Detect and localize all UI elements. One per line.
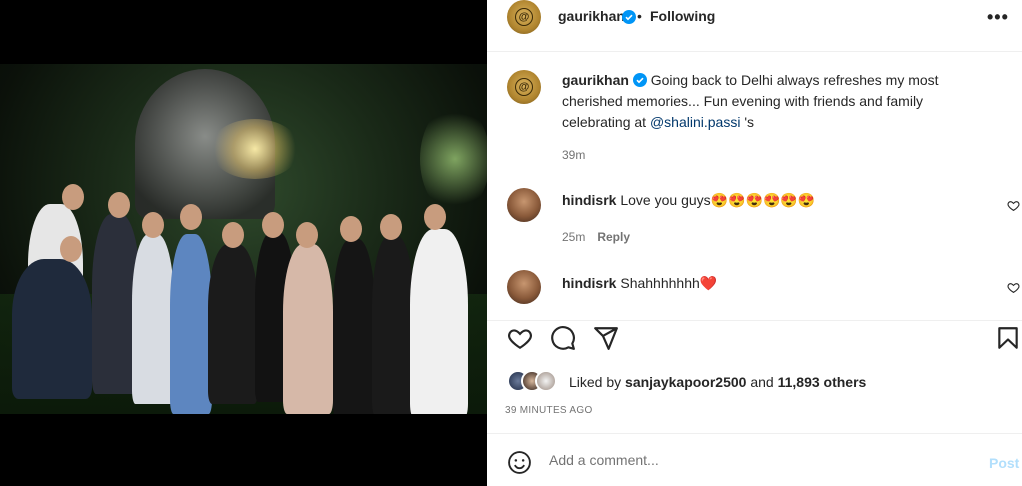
comment-emoji: ❤️ (699, 275, 718, 291)
photo-person-head (340, 216, 362, 242)
commenter-avatar[interactable] (507, 188, 541, 222)
reply-button[interactable]: Reply (597, 230, 630, 244)
photo-person (132, 234, 174, 404)
post-details-panel: @ gaurikhan • Following ••• @ gaurikhan … (487, 0, 1022, 486)
photo-person-head (142, 212, 164, 238)
photo-person-head (62, 184, 84, 210)
photo-person-head (296, 222, 318, 248)
comment-item: hindisrk Love you guys😍😍😍😍😍😍 (562, 192, 992, 209)
photo-light-glow-right (420, 104, 487, 214)
separator-dot: • (637, 8, 642, 24)
comment-input[interactable] (549, 452, 969, 468)
comment-emoji: 😍😍😍😍😍😍 (710, 192, 816, 208)
likes-count-link[interactable]: 11,893 others (778, 374, 867, 390)
photo-person (12, 259, 92, 399)
post-photo[interactable] (0, 64, 487, 414)
post-media-panel (0, 0, 487, 486)
bookmark-icon[interactable] (995, 325, 1021, 351)
photo-person-head (60, 236, 82, 262)
comment-username[interactable]: hindisrk (562, 192, 616, 208)
comment-meta: 25m Reply (562, 230, 630, 244)
likes-summary: Liked by sanjaykapoor2500 and 11,893 oth… (569, 374, 866, 390)
comment-text: Love you guys (620, 192, 711, 208)
commenter-avatar[interactable] (507, 270, 541, 304)
photo-person (283, 244, 333, 414)
comment-username[interactable]: hindisrk (562, 275, 616, 291)
author-username[interactable]: gaurikhan (558, 8, 625, 24)
like-comment-heart-icon[interactable] (1007, 199, 1020, 212)
photo-person (333, 239, 375, 414)
verified-badge-icon (632, 73, 647, 87)
following-button[interactable]: Following (650, 8, 715, 24)
emoji-icon[interactable] (507, 450, 532, 475)
heart-icon[interactable] (507, 325, 533, 351)
post-comment-button[interactable]: Post (989, 455, 1019, 471)
post-actions-bar (487, 320, 1022, 360)
more-options-icon[interactable]: ••• (987, 8, 1009, 26)
author-avatar[interactable]: @ (507, 0, 541, 34)
photo-person-head (380, 214, 402, 240)
caption-username[interactable]: gaurikhan (562, 72, 629, 88)
liker-avatar (535, 370, 557, 392)
post-timestamp: 39 MINUTES AGO (505, 405, 593, 416)
post-header: @ gaurikhan • Following ••• (487, 0, 1022, 52)
caption-text-suffix: 's (740, 114, 754, 130)
avatar-monogram-icon: @ (515, 8, 533, 26)
comment-item: hindisrk Shahhhhhhh❤️ (562, 275, 992, 292)
photo-person (410, 229, 468, 414)
photo-person-head (108, 192, 130, 218)
comment-icon[interactable] (550, 325, 576, 351)
caption-author-avatar[interactable]: @ (507, 70, 541, 104)
photo-person-head (180, 204, 202, 230)
like-comment-heart-icon[interactable] (1007, 281, 1020, 294)
add-comment-bar: Post (487, 433, 1022, 486)
photo-person (372, 236, 414, 414)
likes-user-link[interactable]: sanjaykapoor2500 (625, 374, 746, 390)
photo-light-glow (210, 119, 300, 179)
caption-time: 39m (562, 148, 586, 162)
photo-person-head (262, 212, 284, 238)
likes-prefix: Liked by (569, 374, 622, 390)
photo-person (170, 234, 212, 414)
caption-mention-link[interactable]: @shalini.passi (650, 114, 740, 130)
avatar-monogram-icon: @ (515, 78, 533, 96)
likes-and: and (750, 374, 774, 390)
verified-badge-icon (622, 10, 636, 24)
post-caption: gaurikhan Going back to Delhi always ref… (562, 70, 992, 133)
share-icon[interactable] (593, 325, 619, 351)
photo-person (208, 244, 258, 404)
comment-time: 25m (562, 230, 586, 244)
photo-person-head (424, 204, 446, 230)
photo-person-head (222, 222, 244, 248)
comment-text: Shahhhhhhh (620, 275, 700, 291)
